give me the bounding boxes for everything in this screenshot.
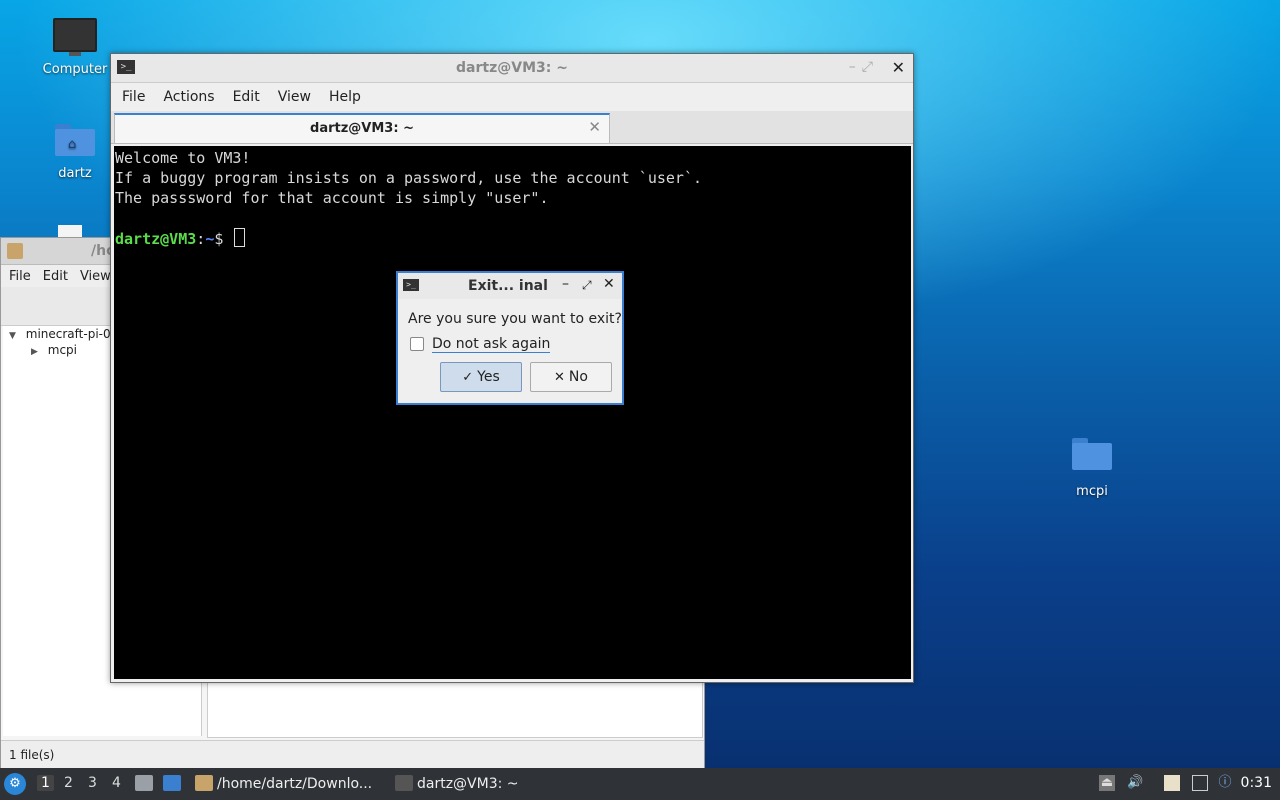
terminal-icon xyxy=(395,775,413,791)
file-manager-icon xyxy=(195,775,213,791)
window-controls-disabled: –⤢ xyxy=(848,59,879,75)
taskbar: ⚙ 1 2 3 4 /home/dartz/Downlo... dartz@VM… xyxy=(0,768,1280,800)
desktop-icon-computer[interactable]: Computer xyxy=(33,18,117,77)
dialog-title: Exit... inal xyxy=(468,278,548,294)
desktop-icon-label: dartz xyxy=(58,166,92,181)
task-label: dartz@VM3: ~ xyxy=(417,776,519,792)
workspace-1[interactable]: 1 xyxy=(37,775,54,791)
eject-icon[interactable]: ⏏ xyxy=(1099,775,1115,791)
menu-edit[interactable]: Edit xyxy=(222,83,267,105)
do-not-ask-checkbox[interactable] xyxy=(410,337,424,351)
minimize-icon[interactable]: – xyxy=(562,276,569,292)
terminal-line: The passsword for that account is simply… xyxy=(115,189,549,207)
desktop-icon-mcpi[interactable]: mcpi xyxy=(1050,438,1134,499)
maximize-icon[interactable]: ⤢ xyxy=(582,278,592,293)
file-cabinet-icon[interactable] xyxy=(135,775,153,791)
menu-view[interactable]: View xyxy=(267,83,318,105)
file-manager-icon xyxy=(7,243,23,259)
dialog-question: Are you sure you want to exit? xyxy=(408,311,622,327)
no-button[interactable]: ✕ No xyxy=(530,362,612,392)
terminal-prompt-line: dartz@VM3:~$ xyxy=(115,228,911,249)
desktop-icon-label: Computer xyxy=(42,62,108,77)
terminal-tab-bar: dartz@VM3: ~ ✕ xyxy=(111,111,913,144)
start-menu-icon[interactable]: ⚙ xyxy=(4,773,26,795)
prompt-path: ~ xyxy=(205,230,215,248)
terminal-tab[interactable]: dartz@VM3: ~ ✕ xyxy=(114,113,610,143)
menu-edit[interactable]: Edit xyxy=(35,265,72,284)
taskbar-task-terminal[interactable]: dartz@VM3: ~ xyxy=(395,768,519,800)
close-icon[interactable]: ✕ xyxy=(603,276,615,292)
checkmark-icon: ✓ xyxy=(462,370,474,385)
terminal-menubar: File Actions Edit View Help xyxy=(111,83,913,111)
status-bar: 1 file(s) xyxy=(1,740,704,768)
terminal-line: Welcome to VM3! xyxy=(115,149,251,167)
prompt-separator: : xyxy=(196,230,206,248)
tab-close-icon[interactable]: ✕ xyxy=(588,118,601,136)
collapsed-arrow-icon[interactable]: ▶ xyxy=(31,347,38,357)
tree-item-label: mcpi xyxy=(47,343,77,357)
show-desktop-icon[interactable] xyxy=(163,775,181,791)
clock[interactable]: 0:31 xyxy=(1241,775,1272,791)
menu-actions[interactable]: Actions xyxy=(152,83,221,105)
yes-button[interactable]: ✓ Yes xyxy=(440,362,522,392)
text-cursor xyxy=(234,228,246,247)
exit-confirm-dialog[interactable]: >_ Exit... inal – ⤢ ✕ Are you sure you w… xyxy=(396,271,624,405)
workspace-3[interactable]: 3 xyxy=(88,775,97,791)
tab-label: dartz@VM3: ~ xyxy=(310,121,414,136)
network-icon[interactable] xyxy=(1192,775,1208,791)
menu-help[interactable]: Help xyxy=(318,83,368,105)
menu-view[interactable]: View xyxy=(72,265,115,284)
desktop-icon-label: mcpi xyxy=(1076,484,1108,499)
workspace-4[interactable]: 4 xyxy=(112,775,121,791)
terminal-icon: >_ xyxy=(403,279,419,291)
terminal-screen[interactable]: Welcome to VM3! If a buggy program insist… xyxy=(114,146,911,679)
menu-file[interactable]: File xyxy=(111,83,152,105)
workspace-2[interactable]: 2 xyxy=(64,775,73,791)
notification-icon[interactable]: ⓘ xyxy=(1217,775,1233,791)
expanded-arrow-icon[interactable]: ▼ xyxy=(9,331,16,341)
computer-icon xyxy=(53,18,97,56)
x-icon: ✕ xyxy=(554,370,565,385)
dialog-titlebar[interactable]: >_ Exit... inal – ⤢ ✕ xyxy=(398,273,622,299)
taskbar-task-file-manager[interactable]: /home/dartz/Downlo... xyxy=(195,768,372,800)
yes-button-label: Yes xyxy=(477,369,500,385)
terminal-line: If a buggy program insists on a password… xyxy=(115,169,702,187)
no-button-label: No xyxy=(568,369,588,385)
tree-item-label: minecraft-pi-0 xyxy=(25,327,111,341)
do-not-ask-label[interactable]: Do not ask again xyxy=(432,336,551,353)
home-folder-icon: ⌂ xyxy=(55,124,95,156)
prompt-user: dartz@VM3 xyxy=(115,230,197,248)
terminal-titlebar[interactable]: >_ dartz@VM3: ~ –⤢ ✕ xyxy=(111,54,913,83)
terminal-title: dartz@VM3: ~ xyxy=(456,60,568,76)
menu-file[interactable]: File xyxy=(1,265,35,284)
volume-icon[interactable]: 🔊 xyxy=(1127,775,1143,791)
prompt-symbol: $ xyxy=(214,230,233,248)
desktop-icon-dartz[interactable]: ⌂ dartz xyxy=(33,124,117,181)
close-icon[interactable]: ✕ xyxy=(892,58,905,77)
task-label: /home/dartz/Downlo... xyxy=(217,776,373,792)
clipboard-icon[interactable] xyxy=(1164,775,1180,791)
folder-icon xyxy=(1072,438,1112,470)
